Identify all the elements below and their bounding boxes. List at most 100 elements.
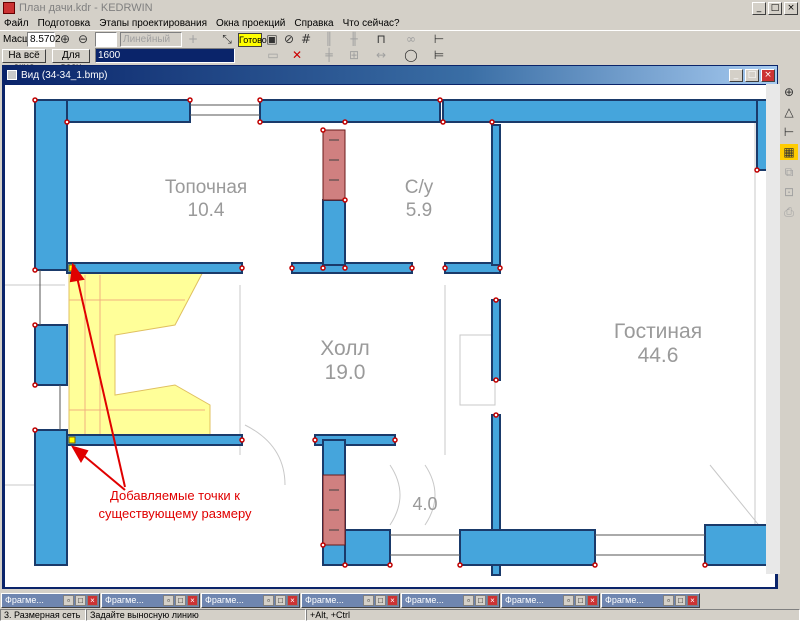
close-icon[interactable]: × (587, 594, 598, 606)
status-keys: +Alt, +Ctrl (306, 609, 800, 621)
menu-projection-windows[interactable]: Окна проекций (216, 18, 285, 29)
app-icon (3, 2, 15, 14)
fragment-label: Фрагме... (305, 595, 344, 605)
align-v-icon[interactable]: ║ (320, 31, 338, 47)
annotation-line1: Добавляемые точки к (110, 488, 240, 503)
vertical-scrollbar[interactable] (766, 84, 780, 574)
snap-icon[interactable]: ⤡ (218, 31, 236, 47)
toolbar: Масшт 8.5702 ⊕ ⊖ На всё окно Для всех Ли… (0, 30, 800, 73)
status-hint: Задайте выносную линию (86, 609, 306, 621)
restore-icon[interactable]: ▫ (363, 594, 374, 606)
fragment-label: Фрагме... (105, 595, 144, 605)
close-icon[interactable]: × (387, 594, 398, 606)
zoom-region-icon[interactable]: ⊕ (780, 84, 798, 100)
room-area-hall: 19.0 (325, 361, 366, 384)
maximize-icon[interactable]: □ (75, 594, 86, 606)
copy-icon[interactable]: ⧉ (780, 164, 798, 180)
close-icon[interactable]: × (487, 594, 498, 606)
fragment-label: Фрагме... (505, 595, 544, 605)
close-icon[interactable]: × (287, 594, 298, 606)
fragment-task[interactable]: Фрагме... ▫ □ × (301, 592, 400, 608)
restore-icon[interactable]: ▫ (263, 594, 274, 606)
ready-button[interactable]: Готово (238, 33, 267, 47)
minimize-button[interactable]: _ (752, 1, 766, 15)
crosshair-icon[interactable]: + (184, 31, 202, 47)
fragment-task[interactable]: Фрагме... ▫ □ × (201, 592, 300, 608)
fragment-task[interactable]: Фрагме... ▫ □ × (501, 592, 600, 608)
close-button[interactable]: × (784, 1, 798, 15)
ruler-icon[interactable]: ⊓ (372, 31, 390, 47)
view-maximize-button[interactable]: □ (745, 68, 759, 82)
fragment-task[interactable]: Фрагме... ▫ □ × (601, 592, 700, 608)
menu-prepare[interactable]: Подготовка (38, 18, 91, 29)
room-area-living: 44.6 (638, 344, 679, 367)
menu-help[interactable]: Справка (294, 18, 333, 29)
fragment-task[interactable]: Фрагме... ▫ □ × (1, 592, 100, 608)
maximize-icon[interactable]: □ (275, 594, 286, 606)
zoom-in-icon[interactable]: ⊕ (56, 31, 74, 47)
layers-icon[interactable]: ▦ (780, 144, 798, 160)
stair-area (68, 267, 211, 441)
fragment-label: Фрагме... (405, 595, 444, 605)
for-all-button[interactable]: Для всех (52, 49, 90, 73)
restore-icon[interactable]: ▫ (163, 594, 174, 606)
fragment-taskbar: Фрагме... ▫ □ × Фрагме... ▫ □ × Фрагме... ▫ □ × Ф… (0, 591, 800, 609)
maximize-icon[interactable]: □ (675, 594, 686, 606)
line-type-select[interactable]: Линейный (120, 32, 182, 47)
fragment-label: Фрагме... (205, 595, 244, 605)
close-icon[interactable]: × (187, 594, 198, 606)
split-icon[interactable]: ╪ (320, 47, 338, 63)
room-name-living: Гостиная (614, 320, 702, 343)
chain-dimension-icon[interactable]: ⊨ (430, 47, 448, 63)
arrows-icon[interactable]: ↔ (372, 47, 390, 63)
zoom-out-icon[interactable]: ⊖ (74, 31, 92, 47)
scale-input[interactable]: 8.5702 (27, 32, 61, 47)
dimension-icon[interactable]: ⊢ (430, 31, 448, 47)
merge-icon[interactable]: ⊞ (345, 47, 363, 63)
ellipse-icon[interactable]: ◯ (402, 47, 420, 63)
rectangle-icon[interactable]: ▭ (264, 47, 282, 63)
maximize-icon[interactable]: □ (175, 594, 186, 606)
dimension-tool-icon[interactable]: ⊢ (780, 124, 798, 140)
delete-dim-icon[interactable]: ✕ (288, 47, 306, 63)
room-area-wc: 5.9 (406, 200, 432, 221)
restore-icon[interactable]: ▫ (463, 594, 474, 606)
rotate-icon[interactable]: ⊘ (280, 31, 298, 47)
close-icon[interactable]: × (87, 594, 98, 606)
view-close-button[interactable]: × (761, 68, 775, 82)
fit-window-button[interactable]: На всё окно (2, 49, 46, 73)
maximize-icon[interactable]: □ (375, 594, 386, 606)
maximize-button[interactable]: □ (768, 1, 782, 15)
view-minimize-button[interactable]: _ (729, 68, 743, 82)
room-area-boiler: 10.4 (188, 200, 225, 221)
frame-icon[interactable]: ▣ (263, 31, 281, 47)
menu-what-now[interactable]: Что сейчас? (343, 18, 400, 29)
value-field[interactable]: 1600 (95, 48, 235, 63)
link-icon[interactable]: ∞ (402, 31, 420, 47)
restore-icon[interactable]: ▫ (63, 594, 74, 606)
fragment-task[interactable]: Фрагме... ▫ □ × (101, 592, 200, 608)
status-bar: 3. Размерная сеть Задайте выносную линию… (0, 609, 800, 621)
menu-design-stages[interactable]: Этапы проектирования (99, 18, 207, 29)
view-title: Вид (34-34_1.bmp) (21, 69, 108, 81)
print-icon[interactable]: ⎙ (780, 204, 798, 220)
triangle-view-icon[interactable]: △ (780, 104, 798, 120)
restore-icon[interactable]: ▫ (563, 594, 574, 606)
maximize-icon[interactable]: □ (575, 594, 586, 606)
menu-file[interactable]: Файл (4, 18, 29, 29)
room-area-vestibule: 4.0 (412, 494, 437, 514)
layer-select[interactable] (95, 32, 117, 47)
fragment-label: Фрагме... (605, 595, 644, 605)
maximize-icon[interactable]: □ (475, 594, 486, 606)
room-name-hall: Холл (320, 337, 370, 360)
status-mode: 3. Размерная сеть (0, 609, 86, 621)
fragment-task[interactable]: Фрагме... ▫ □ × (401, 592, 500, 608)
close-icon[interactable]: × (687, 594, 698, 606)
annotation-line2: существующему размеру (98, 506, 252, 521)
menu-bar: Файл Подготовка Этапы проектирования Окн… (0, 16, 800, 30)
paste-icon[interactable]: ⊡ (780, 184, 798, 200)
restore-icon[interactable]: ▫ (663, 594, 674, 606)
grid-icon[interactable]: # (297, 31, 315, 47)
app-title: План дачи.kdr - KEDRWIN (19, 2, 153, 14)
align-xy-icon[interactable]: ╫ (345, 31, 363, 47)
